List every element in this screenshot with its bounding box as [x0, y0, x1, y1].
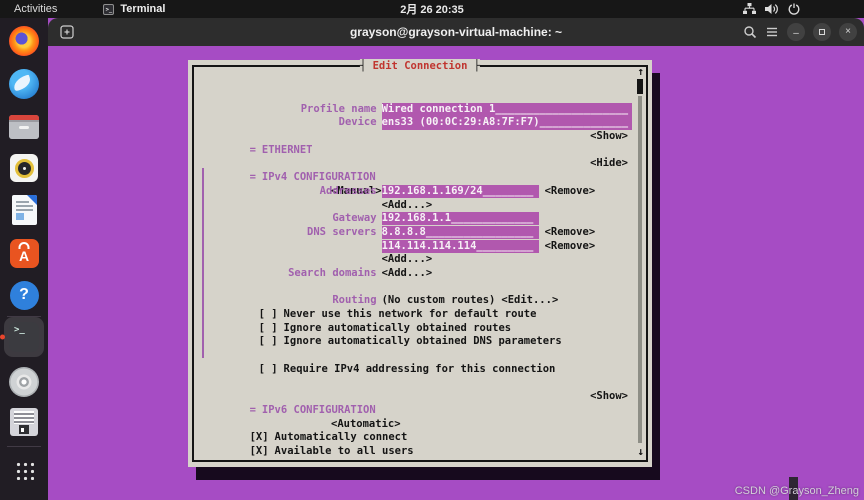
dialog-title-text: Edit Connection: [373, 60, 468, 72]
wired-network-icon: [743, 3, 756, 15]
menu-button[interactable]: [765, 26, 779, 38]
dock-item-terminal-active[interactable]: >_: [8, 321, 40, 353]
app-grid-icon: [14, 460, 34, 480]
blank-row: [199, 144, 628, 158]
dock-item-app-grid[interactable]: [8, 454, 40, 486]
dock-separator: [7, 446, 41, 447]
status-area[interactable]: [743, 0, 800, 18]
scrollbar-down-arrow[interactable]: ↓: [637, 446, 644, 458]
maximize-glyph: [819, 29, 825, 35]
thunderbird-icon: [9, 69, 39, 99]
firefox-icon: [9, 26, 39, 56]
dock-item-libreoffice-writer[interactable]: [8, 194, 40, 226]
volume-icon: [765, 3, 779, 15]
terminal-app-icon: >_: [103, 4, 114, 15]
checkbox-row-ignore-dns[interactable]: [ ]Ignore automatically obtained DNS par…: [199, 322, 628, 336]
dock-item-rhythmbox[interactable]: [8, 152, 40, 184]
checkbox-row-default-route[interactable]: [ ]Never use this network for default ro…: [199, 294, 628, 308]
title-bracket-left: ┤: [360, 60, 373, 72]
close-glyph: ×: [845, 27, 851, 37]
addresses-row: Addresses192.168.1.169/24________<Remove…: [199, 171, 628, 185]
checkbox-row-require-ipv4[interactable]: [ ]Require IPv4 addressing for this conn…: [199, 349, 628, 363]
ethernet-section-row: =ETHERNET <Show>: [199, 130, 628, 144]
scrollbar-track[interactable]: [638, 96, 642, 443]
address-add-row: <Add...>: [199, 185, 628, 199]
cd-disc-icon: [9, 367, 39, 397]
minimize-button[interactable]: –: [787, 23, 805, 41]
running-indicator-dot: [0, 335, 5, 340]
ethernet-show-button[interactable]: <Show>: [590, 130, 628, 144]
minimize-glyph: –: [793, 29, 799, 39]
dock-item-files[interactable]: [8, 111, 40, 143]
floppy-disk-icon: [10, 408, 38, 436]
dialog-title: ┤ Edit Connection ├: [360, 59, 480, 73]
search-icon: [743, 25, 757, 39]
profile-name-row: Profile nameWired connection 1__________…: [199, 89, 628, 103]
scrollbar-up-arrow[interactable]: ↑: [637, 66, 644, 78]
blank-row: [199, 376, 628, 390]
scrollbar-thumb[interactable]: [637, 79, 643, 94]
checkbox[interactable]: [X]: [250, 445, 269, 457]
search-domains-row: Search domains<Add...>: [199, 253, 628, 267]
window-title: grayson@grayson-virtual-machine: ~: [350, 25, 562, 39]
app-menu-label: Terminal: [120, 3, 165, 15]
gateway-row: Gateway192.168.1.1_____________: [199, 199, 628, 213]
blank-row: [199, 267, 628, 281]
power-icon: [788, 3, 800, 15]
new-tab-button[interactable]: [58, 23, 76, 41]
dock-item-ubuntu-software[interactable]: A: [8, 237, 40, 269]
search-button[interactable]: [743, 25, 757, 39]
dock-item-thunderbird[interactable]: [8, 68, 40, 100]
watermark: CSDN @Grayson_Zheng: [735, 485, 859, 497]
dock-item-floppy[interactable]: [8, 406, 40, 438]
dns-add-row: <Add...>: [199, 240, 628, 254]
activities-button[interactable]: Activities: [14, 3, 57, 15]
help-glyph: ?: [19, 286, 29, 304]
dns-server-row: DNS servers8.8.8.8_________________<Remo…: [199, 212, 628, 226]
system-top-bar: Activities >_ Terminal 2月 26 20:35: [0, 0, 864, 18]
ipv4-hide-button[interactable]: <Hide>: [590, 157, 628, 171]
maximize-button[interactable]: [813, 23, 831, 41]
libreoffice-writer-icon: [12, 195, 37, 225]
blank-row: [199, 404, 628, 418]
edit-connection-dialog: ┤ Edit Connection ├ Profile nameWired co…: [188, 60, 652, 467]
dock-item-help[interactable]: ?: [8, 279, 40, 311]
rhythmbox-icon: [10, 154, 38, 182]
dialog-rows: Profile nameWired connection 1__________…: [199, 89, 628, 445]
dock-item-firefox[interactable]: [8, 25, 40, 57]
new-tab-icon: [60, 25, 74, 39]
hamburger-menu-icon: [765, 26, 779, 38]
terminal-content[interactable]: ┤ Edit Connection ├ Profile nameWired co…: [48, 46, 864, 500]
blank-row: [199, 363, 628, 377]
title-bracket-right: ├: [467, 60, 480, 72]
help-icon: ?: [10, 281, 39, 310]
terminal-titlebar[interactable]: grayson@grayson-virtual-machine: ~ – ×: [48, 18, 864, 46]
files-icon: [9, 115, 39, 139]
blank-row: [199, 116, 628, 130]
device-row: Deviceens33 (00:0C:29:A8:7F:F7)_________…: [199, 103, 628, 117]
ubuntu-software-icon: A: [10, 239, 39, 268]
clock[interactable]: 2月 26 20:35: [400, 1, 464, 17]
checkbox-row-auto-connect[interactable]: [X]Automatically connect: [199, 418, 628, 432]
terminal-icon: >_: [9, 322, 39, 352]
close-button[interactable]: ×: [839, 23, 857, 41]
dock: A ? >_: [0, 18, 48, 500]
ipv6-section-row: =IPv6 CONFIGURATION <Automatic> <Show>: [199, 390, 628, 404]
terminal-prompt-glyph: >_: [14, 325, 25, 335]
routing-row: Routing(No custom routes)<Edit...>: [199, 281, 628, 295]
software-letter: A: [19, 244, 29, 268]
checkbox-row-ignore-routes[interactable]: [ ]Ignore automatically obtained routes: [199, 308, 628, 322]
dns-server-row: 114.114.114.114_________<Remove>: [199, 226, 628, 240]
app-menu[interactable]: >_ Terminal: [103, 3, 165, 15]
checkbox-row-all-users[interactable]: [X]Available to all users: [199, 431, 628, 445]
ipv6-show-button[interactable]: <Show>: [590, 390, 628, 404]
ipv4-section-row: =IPv4 CONFIGURATION <Manual> <Hide>: [199, 157, 628, 171]
blank-row: [199, 335, 628, 349]
dock-item-cd-burner[interactable]: [8, 366, 40, 398]
checkbox-label: Available to all users: [275, 445, 414, 457]
